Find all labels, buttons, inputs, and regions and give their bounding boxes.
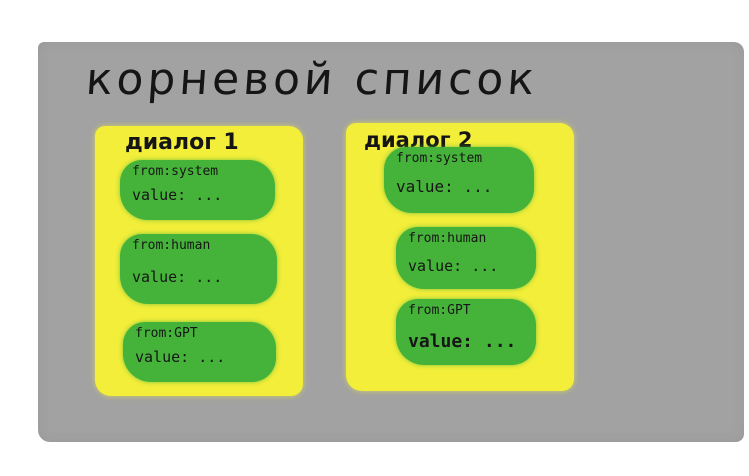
- message-value: value: ...: [132, 186, 223, 204]
- message-from: from:GPT: [135, 326, 198, 341]
- message-value: value: ...: [135, 348, 226, 366]
- message-from: from:human: [132, 238, 211, 253]
- message-value: value: ...: [408, 257, 499, 275]
- message-value: value: ...: [408, 331, 517, 352]
- dialog-1-message-human: from:human value: ...: [120, 234, 277, 304]
- message-from: from:GPT: [408, 303, 471, 318]
- message-value: value: ...: [396, 177, 493, 196]
- dialog-1-message-system: from:system value: ...: [120, 160, 275, 220]
- root-list-title: корневой список: [84, 54, 540, 105]
- message-from: from:human: [408, 231, 487, 246]
- dialog-2-message-system: from:system value: ...: [384, 147, 534, 213]
- dialog-2-message-gpt: from:GPT value: ...: [396, 299, 536, 365]
- dialog-1-title: диалог 1: [125, 130, 239, 155]
- dialog-1-container: диалог 1 from:system value: ... from:hum…: [95, 126, 303, 396]
- dialog-2-message-human: from:human value: ...: [396, 227, 536, 289]
- dialog-1-message-gpt: from:GPT value: ...: [123, 322, 276, 382]
- dialog-2-container: диалог 2 from:system value: ... from:hum…: [346, 123, 574, 391]
- message-from: from:system: [396, 151, 483, 166]
- message-from: from:system: [132, 164, 219, 179]
- message-value: value: ...: [132, 268, 223, 286]
